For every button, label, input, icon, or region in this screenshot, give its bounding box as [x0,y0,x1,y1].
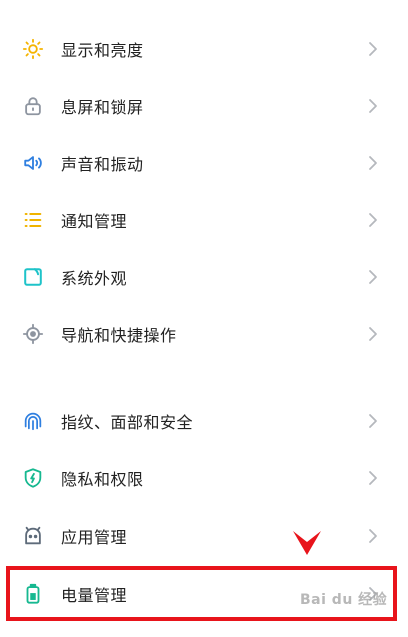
watermark: Bai du 经验 [300,592,388,608]
settings-item-label: 应用管理 [61,528,128,547]
settings-item-privacy-permissions[interactable]: 隐私和权限 [0,452,408,504]
settings-item-label: 系统外观 [61,269,128,288]
settings-item-app-management[interactable]: 应用管理 [0,510,408,562]
settings-item-notifications[interactable]: 通知管理 [0,194,408,246]
chevron-right-icon [367,326,379,342]
chevron-right-icon [367,212,379,228]
chevron-right-icon [367,470,379,486]
chevron-right-icon [367,98,379,114]
chevron-right-icon [367,413,379,429]
settings-item-sound-vibration[interactable]: 声音和振动 [0,137,408,189]
settings-item-display-brightness[interactable]: 显示和亮度 [0,23,408,75]
target-icon [22,323,44,345]
down-arrow-icon [292,528,322,558]
settings-item-system-appearance[interactable]: 系统外观 [0,251,408,303]
settings-item-label: 息屏和锁屏 [61,98,144,117]
settings-item-label: 隐私和权限 [61,470,144,489]
settings-item-label: 指纹、面部和安全 [61,413,194,432]
sun-icon [22,38,44,60]
android-icon [22,525,44,547]
chevron-right-icon [367,528,379,544]
settings-item-lock-screen[interactable]: 息屏和锁屏 [0,80,408,132]
chevron-right-icon [367,41,379,57]
fingerprint-icon [22,410,44,432]
settings-item-label: 通知管理 [61,212,128,231]
chevron-right-icon [367,155,379,171]
shield-icon [22,467,44,489]
appearance-icon [22,266,44,288]
chevron-right-icon [367,269,379,285]
settings-item-label: 显示和亮度 [61,41,144,60]
list-icon [22,209,44,231]
settings-item-label: 声音和振动 [61,155,144,174]
settings-item-fingerprint-face-security[interactable]: 指纹、面部和安全 [0,395,408,447]
settings-item-navigation-shortcuts[interactable]: 导航和快捷操作 [0,308,408,360]
speaker-icon [22,152,44,174]
settings-item-label: 导航和快捷操作 [61,326,177,345]
lock-icon [22,95,44,117]
